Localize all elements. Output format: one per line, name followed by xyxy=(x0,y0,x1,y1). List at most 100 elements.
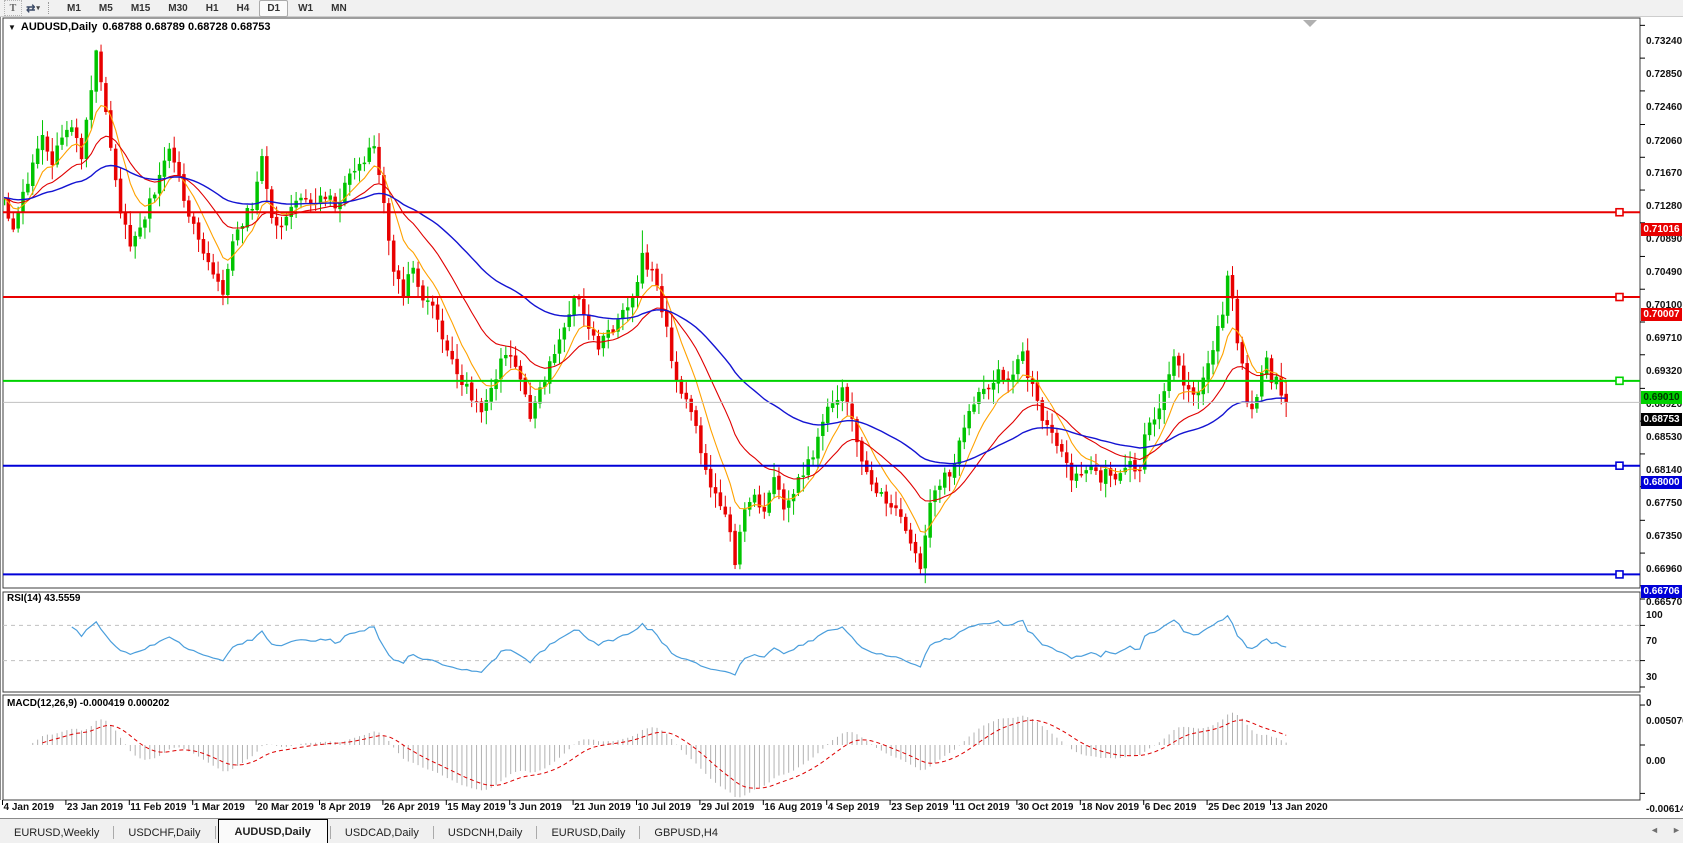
candle-body xyxy=(275,217,278,225)
candle-body xyxy=(1221,315,1224,328)
chart-tab-usdchf-daily[interactable]: USDCHF,Daily xyxy=(114,823,214,843)
timeframe-button-d1[interactable]: D1 xyxy=(259,0,288,17)
candle-body xyxy=(158,175,161,193)
date-tick-label: 16 Aug 2019 xyxy=(764,802,822,813)
candle-body xyxy=(31,163,34,186)
candle-body xyxy=(646,253,649,270)
price-tick-label: 0.72460 xyxy=(1646,102,1682,113)
tab-scroll-right-icon[interactable]: ► xyxy=(1672,825,1681,835)
chart-tab-eurusd-weekly[interactable]: EURUSD,Weekly xyxy=(0,823,113,843)
candle-body xyxy=(1148,423,1151,435)
chart-window[interactable]: ▼ AUDUSD,Daily 0.68788 0.68789 0.68728 0… xyxy=(0,17,1683,818)
tab-scroll-left-icon[interactable]: ◄ xyxy=(1650,825,1659,835)
price-tick-label: 0.68140 xyxy=(1646,465,1682,476)
candle-body xyxy=(651,269,654,270)
cycle-symbols-icon[interactable]: ⇄ ▾ xyxy=(24,1,42,15)
candle-body xyxy=(397,271,400,279)
price-tick-label: 0.71670 xyxy=(1646,168,1682,179)
timeframe-button-m1[interactable]: M1 xyxy=(59,0,89,17)
candle-body xyxy=(1016,359,1019,373)
price-tick-label: 0.67350 xyxy=(1646,531,1682,542)
candle-body xyxy=(621,310,624,318)
candle-body xyxy=(699,426,702,453)
date-tick-label: 8 Apr 2019 xyxy=(321,802,371,813)
candle-body xyxy=(1114,474,1117,479)
candle-body xyxy=(963,428,966,442)
candle-body xyxy=(841,388,844,401)
timeframe-button-h4[interactable]: H4 xyxy=(229,0,258,17)
candle-body xyxy=(582,299,585,314)
candle-body xyxy=(46,137,49,151)
candle-body xyxy=(948,472,951,476)
chart-tab-bar: EURUSD,WeeklyUSDCHF,DailyAUDUSD,DailyUSD… xyxy=(0,818,1683,843)
candle-body xyxy=(285,217,288,225)
candle-body xyxy=(812,458,815,460)
chart-tab-usdcad-daily[interactable]: USDCAD,Daily xyxy=(331,823,433,843)
candle-body xyxy=(1182,366,1185,385)
candle-body xyxy=(61,138,64,145)
candle-body xyxy=(217,274,220,282)
date-tick-label: 10 Jul 2019 xyxy=(638,802,691,813)
timeframe-button-m30[interactable]: M30 xyxy=(160,0,195,17)
candle-body xyxy=(95,51,98,92)
rsi-tick-label: 0 xyxy=(1646,698,1652,709)
timeframe-button-w1[interactable]: W1 xyxy=(290,0,321,17)
collapse-triangle-icon[interactable]: ▼ xyxy=(8,23,16,32)
candle-body xyxy=(802,476,805,477)
chart-tab-eurusd-daily[interactable]: EURUSD,Daily xyxy=(537,823,639,843)
candle-body xyxy=(80,138,83,159)
chart-tab-usdcnh-daily[interactable]: USDCNH,Daily xyxy=(434,823,537,843)
candle-body xyxy=(504,355,507,358)
timeframe-button-h1[interactable]: H1 xyxy=(198,0,227,17)
candle-body xyxy=(246,208,249,227)
timeframe-button-m15[interactable]: M15 xyxy=(123,0,158,17)
timeframe-button-mn[interactable]: MN xyxy=(323,0,355,17)
chart-tab-audusd-daily[interactable]: AUDUSD,Daily xyxy=(218,819,328,843)
candle-body xyxy=(265,156,268,188)
line-endpoint-marker[interactable] xyxy=(1616,294,1623,301)
candle-body xyxy=(1085,470,1088,473)
candle-body xyxy=(173,148,176,162)
date-tick-label: 23 Jan 2019 xyxy=(67,802,123,813)
candle-body xyxy=(1026,351,1029,378)
candle-body xyxy=(134,236,137,246)
candle-body xyxy=(641,253,644,283)
text-tool-button[interactable]: T xyxy=(4,0,22,16)
candle-body xyxy=(70,128,73,132)
macd-indicator-label: MACD(12,26,9) -0.000419 0.000202 xyxy=(7,698,169,709)
candle-body xyxy=(368,148,371,162)
candle-body xyxy=(90,90,93,119)
candle-body xyxy=(309,200,312,203)
candle-body xyxy=(1260,373,1263,396)
candle-body xyxy=(358,164,361,170)
candle-body xyxy=(436,305,439,320)
candle-body xyxy=(373,146,376,148)
price-chart-canvas[interactable] xyxy=(0,17,1683,818)
line-endpoint-marker[interactable] xyxy=(1616,571,1623,578)
line-endpoint-marker[interactable] xyxy=(1616,462,1623,469)
line-endpoint-marker[interactable] xyxy=(1616,209,1623,216)
candle-body xyxy=(987,388,990,389)
candle-body xyxy=(163,161,166,177)
macd-tick-label: 0.005076 xyxy=(1646,716,1683,727)
candle-body xyxy=(12,219,15,230)
current-price-badge: 0.68753 xyxy=(1641,413,1682,426)
line-endpoint-marker[interactable] xyxy=(1616,377,1623,384)
timeframe-button-m5[interactable]: M5 xyxy=(91,0,121,17)
candle-body xyxy=(943,473,946,488)
toolbar-grip[interactable] xyxy=(48,2,53,14)
candle-body xyxy=(329,196,332,200)
candle-body xyxy=(826,407,829,423)
candle-body xyxy=(490,388,493,401)
timeframe-buttons: M1M5M15M30H1H4D1W1MN xyxy=(59,0,355,17)
candle-body xyxy=(41,135,44,150)
candle-body xyxy=(973,405,976,412)
mt4-application: T ⇄ ▾ M1M5M15M30H1H4D1W1MN ▼ AUDUSD,Dail… xyxy=(0,0,1683,843)
candle-body xyxy=(904,517,907,530)
chart-tab-gbpusd-h4[interactable]: GBPUSD,H4 xyxy=(640,823,732,843)
candle-body xyxy=(168,149,171,161)
candle-body xyxy=(1236,299,1239,343)
cycle-glyph: ⇄ xyxy=(26,2,35,15)
candle-body xyxy=(26,184,29,192)
date-tick-label: 11 Oct 2019 xyxy=(955,802,1010,813)
